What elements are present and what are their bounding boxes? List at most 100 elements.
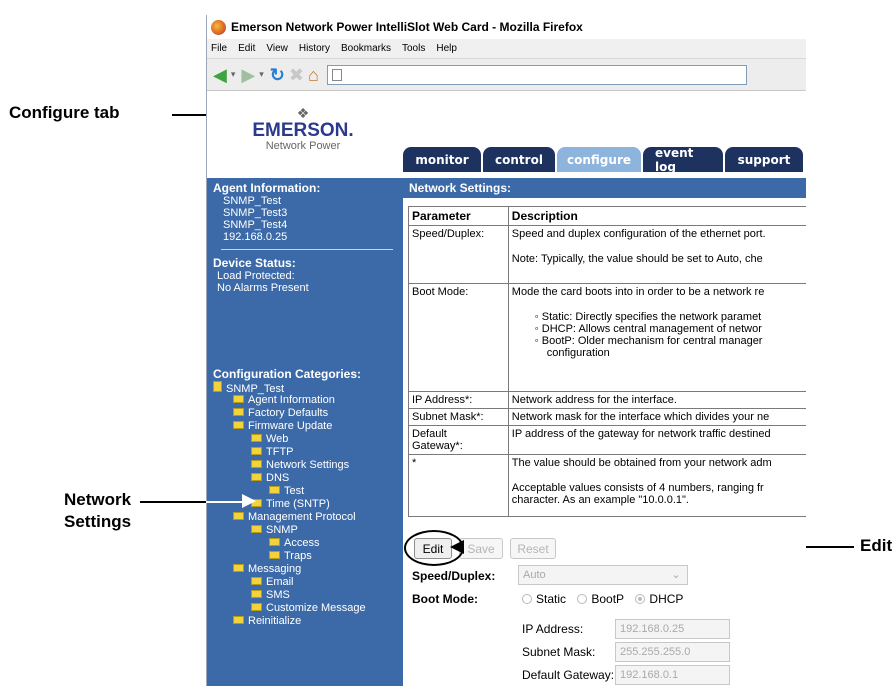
- tree-item-web[interactable]: Web: [251, 433, 288, 445]
- callout-edit-arrow: [450, 540, 464, 554]
- menu-tools[interactable]: Tools: [402, 43, 425, 54]
- config-categories-header: Configuration Categories:: [213, 367, 362, 381]
- speed-duplex-label: Speed/Duplex:: [412, 569, 496, 583]
- speed-duplex-select[interactable]: Auto ⌄: [518, 565, 688, 585]
- tree-item-time-sntp[interactable]: Time (SNTP): [251, 498, 330, 510]
- menu-edit[interactable]: Edit: [238, 43, 255, 54]
- tree-item-agent-information[interactable]: Agent Information: [233, 394, 335, 406]
- desc-cell: The value should be obtained from your n…: [507, 454, 806, 517]
- menu-file[interactable]: File: [211, 43, 227, 54]
- folder-icon: [233, 395, 244, 403]
- forward-icon[interactable]: ▶: [241, 66, 255, 84]
- tree-item-network-settings[interactable]: Network Settings: [251, 459, 349, 471]
- radio-dhcp-label: DHCP: [649, 592, 684, 606]
- menu-history[interactable]: History: [299, 43, 330, 54]
- col-parameter: Parameter: [408, 206, 509, 226]
- agent-item: SNMP_Test: [223, 195, 282, 207]
- param-cell: Boot Mode:: [408, 283, 509, 392]
- menu-help[interactable]: Help: [436, 43, 457, 54]
- folder-icon: [269, 486, 280, 494]
- folder-icon: [251, 577, 262, 585]
- tab-support[interactable]: support: [725, 147, 803, 172]
- folder-icon: [251, 603, 262, 611]
- folder-icon: [251, 460, 262, 468]
- boot-mode-label: Boot Mode:: [412, 592, 478, 606]
- menu-view[interactable]: View: [266, 43, 288, 54]
- radio-bootp[interactable]: [577, 594, 588, 604]
- tab-monitor[interactable]: monitor: [403, 147, 481, 172]
- reload-icon[interactable]: ↻: [270, 66, 285, 84]
- tree-item-firmware-update[interactable]: Firmware Update: [233, 420, 332, 432]
- tree-item-test[interactable]: Test: [269, 485, 304, 497]
- desc-cell: Network address for the interface.: [507, 391, 806, 409]
- tree-item-sms[interactable]: SMS: [251, 589, 290, 601]
- table-row: Default Gateway*: IP address of the gate…: [408, 425, 806, 455]
- desc-text: Mode the card boots into in order to be …: [511, 286, 765, 298]
- tree-item-snmp[interactable]: SNMP: [251, 524, 298, 536]
- table-row: * The value should be obtained from your…: [408, 454, 806, 517]
- window-title: Emerson Network Power IntelliSlot Web Ca…: [231, 20, 583, 34]
- browser-titlebar: Emerson Network Power IntelliSlot Web Ca…: [207, 15, 806, 39]
- tree-item-reinitialize[interactable]: Reinitialize: [233, 615, 301, 627]
- tree-item-messaging[interactable]: Messaging: [233, 563, 301, 575]
- stop-icon[interactable]: ✖: [289, 66, 304, 84]
- callout-network-label-2: Settings: [64, 512, 132, 531]
- desc-bullet: configuration: [546, 347, 610, 359]
- desc-bullet: ◦ DHCP: Allows central management of net…: [534, 323, 762, 335]
- desc-text: The value should be obtained from your n…: [511, 457, 772, 469]
- desc-text: Note: Typically, the value should be set…: [511, 253, 763, 265]
- tree-item-tftp[interactable]: TFTP: [251, 446, 294, 458]
- desc-cell: Mode the card boots into in order to be …: [507, 283, 806, 392]
- desc-text: Acceptable values consists of 4 numbers,…: [511, 482, 764, 494]
- agent-item: SNMP_Test3: [223, 207, 288, 219]
- callout-edit: Edit: [860, 536, 893, 555]
- device-status-item: No Alarms Present: [217, 282, 309, 294]
- param-cell: *: [408, 454, 509, 517]
- forward-dropdown-icon[interactable]: ▾: [259, 69, 264, 80]
- radio-static-label: Static: [536, 592, 567, 606]
- menu-bookmarks[interactable]: Bookmarks: [341, 43, 391, 54]
- radio-static[interactable]: [522, 594, 532, 604]
- save-button[interactable]: Save: [459, 538, 503, 559]
- ip-address-label: IP Address:: [522, 622, 584, 636]
- radio-bootp-label: BootP: [591, 592, 625, 606]
- table-header-row: Parameter Description: [408, 206, 806, 226]
- boot-mode-options: Static BootP DHCP: [522, 592, 683, 606]
- tab-event-log[interactable]: event log: [643, 146, 723, 174]
- tab-bar: monitor control configure event log supp…: [403, 146, 805, 174]
- callout-configure-tab: Configure tab: [9, 103, 120, 122]
- back-icon[interactable]: ◀: [213, 66, 227, 84]
- default-gateway-input[interactable]: 192.168.0.1: [615, 665, 730, 685]
- browser-window: Emerson Network Power IntelliSlot Web Ca…: [206, 15, 806, 686]
- tree-item-snmp-test[interactable]: SNMP_Test: [213, 381, 284, 395]
- folder-icon: [251, 447, 262, 455]
- table-row: Speed/Duplex: Speed and duplex configura…: [408, 225, 806, 284]
- folder-icon: [233, 616, 244, 624]
- tab-control[interactable]: control: [483, 147, 555, 172]
- tree-item-dns[interactable]: DNS: [251, 472, 289, 484]
- back-dropdown-icon[interactable]: ▾: [231, 69, 236, 80]
- param-cell: IP Address*:: [408, 391, 509, 409]
- tree-item-email[interactable]: Email: [251, 576, 294, 588]
- radio-dhcp[interactable]: [635, 594, 646, 604]
- home-icon[interactable]: ⌂: [308, 66, 319, 84]
- default-gateway-label: Default Gateway:: [522, 668, 615, 682]
- ip-address-input[interactable]: 192.168.0.25: [615, 619, 730, 639]
- emerson-mark-icon: ❖: [296, 105, 310, 121]
- folder-icon: [251, 590, 262, 598]
- reset-button[interactable]: Reset: [510, 538, 556, 559]
- tree-item-traps[interactable]: Traps: [269, 550, 312, 562]
- tree-item-customize-message[interactable]: Customize Message: [251, 602, 366, 614]
- subnet-mask-input[interactable]: 255.255.255.0: [615, 642, 730, 662]
- callout-network-line-inner: [206, 501, 246, 503]
- tab-configure[interactable]: configure: [557, 147, 641, 172]
- agent-item: SNMP_Test4: [223, 219, 288, 231]
- desc-cell: Network mask for the interface which div…: [507, 408, 806, 426]
- tree-item-access[interactable]: Access: [269, 537, 319, 549]
- tree-item-management-protocol[interactable]: Management Protocol: [233, 511, 356, 523]
- folder-icon: [213, 381, 222, 392]
- url-bar[interactable]: [326, 64, 747, 85]
- agent-item: 192.168.0.25: [223, 231, 288, 243]
- firefox-icon: [211, 19, 226, 35]
- tree-item-factory-defaults[interactable]: Factory Defaults: [233, 407, 328, 419]
